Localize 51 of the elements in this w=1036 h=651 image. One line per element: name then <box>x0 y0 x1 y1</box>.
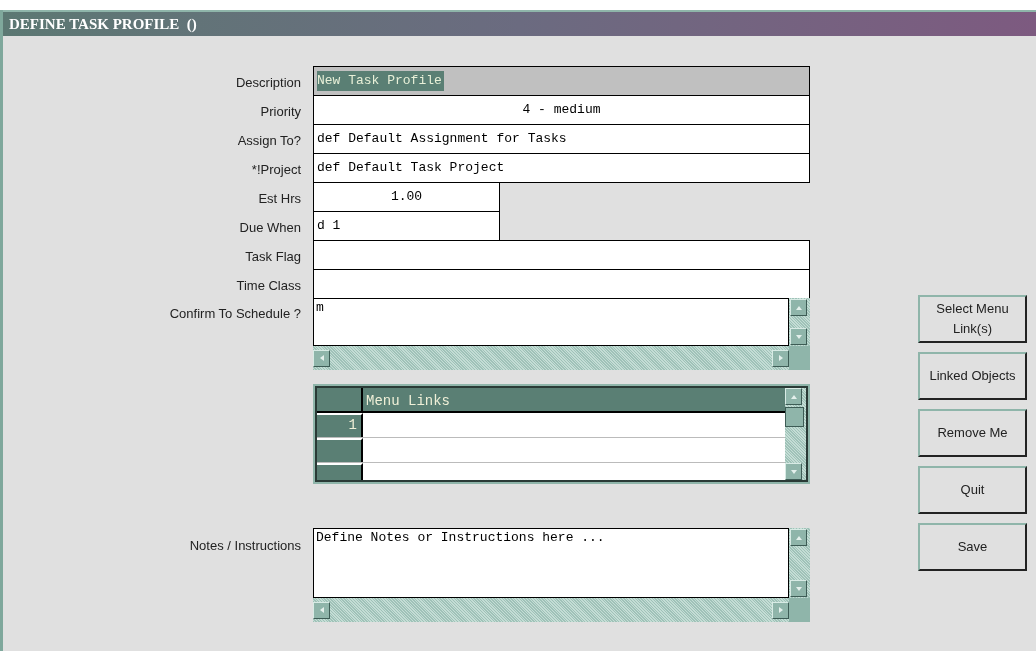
field-label: Priority <box>259 103 302 121</box>
scroll-right-button[interactable] <box>772 349 789 367</box>
field-label: Due When <box>238 219 302 237</box>
scrollbar-corner <box>789 598 810 622</box>
field-label: Est Hrs <box>257 190 302 208</box>
scroll-left-button[interactable] <box>313 349 330 367</box>
scroll-down-button[interactable] <box>790 580 807 597</box>
table-cell[interactable] <box>363 463 785 480</box>
row-header <box>317 438 363 462</box>
text-area[interactable]: m <box>313 298 789 346</box>
input-field[interactable]: def Default Assignment for Tasks <box>313 124 810 154</box>
scroll-thumb[interactable] <box>785 407 804 427</box>
field-label: Time Class <box>235 277 302 295</box>
field-label: Confirm To Schedule ? <box>168 305 302 323</box>
window-title: DEFINE TASK PROFILE () <box>9 14 197 34</box>
field-label: Task Flag <box>244 248 302 266</box>
action-button[interactable]: Save <box>918 523 1027 571</box>
action-button[interactable]: Quit <box>918 466 1027 514</box>
scrollbar-corner <box>789 346 810 370</box>
scroll-down-button[interactable] <box>790 328 807 345</box>
input-field[interactable]: def Default Task Project <box>313 153 810 183</box>
horizontal-scrollbar[interactable] <box>313 598 789 622</box>
row-header: 1 <box>317 413 363 437</box>
scroll-right-button[interactable] <box>772 601 789 619</box>
action-button[interactable]: Select Menu Link(s) <box>918 295 1027 343</box>
field-label: Assign To? <box>236 132 302 150</box>
row-header <box>317 463 363 480</box>
scroll-up-button[interactable] <box>785 388 802 405</box>
scroll-left-button[interactable] <box>313 601 330 619</box>
input-field[interactable]: 1.00 <box>313 182 500 212</box>
input-field[interactable] <box>313 240 810 270</box>
input-field[interactable]: New Task Profile <box>313 66 810 96</box>
action-button[interactable]: Linked Objects <box>918 352 1027 400</box>
table-cell[interactable] <box>363 413 785 437</box>
field-label: Description <box>234 74 302 92</box>
action-button[interactable]: Remove Me <box>918 409 1027 457</box>
field-label: *!Project <box>250 161 302 179</box>
field-label: Notes / Instructions <box>188 537 302 555</box>
vertical-scrollbar[interactable] <box>785 388 806 480</box>
scroll-down-button[interactable] <box>785 463 802 480</box>
vertical-scrollbar[interactable] <box>789 528 810 598</box>
text-area[interactable]: Define Notes or Instructions here ... <box>313 528 789 598</box>
vertical-scrollbar[interactable] <box>789 298 810 346</box>
scroll-up-button[interactable] <box>790 529 807 546</box>
column-header: Menu Links <box>363 388 785 411</box>
input-field[interactable]: d 1 <box>313 211 500 241</box>
horizontal-scrollbar[interactable] <box>313 346 789 370</box>
scroll-up-button[interactable] <box>790 299 807 316</box>
table-cell[interactable] <box>363 438 785 462</box>
input-field[interactable]: 4 - medium <box>313 95 810 125</box>
input-field[interactable] <box>313 269 810 299</box>
